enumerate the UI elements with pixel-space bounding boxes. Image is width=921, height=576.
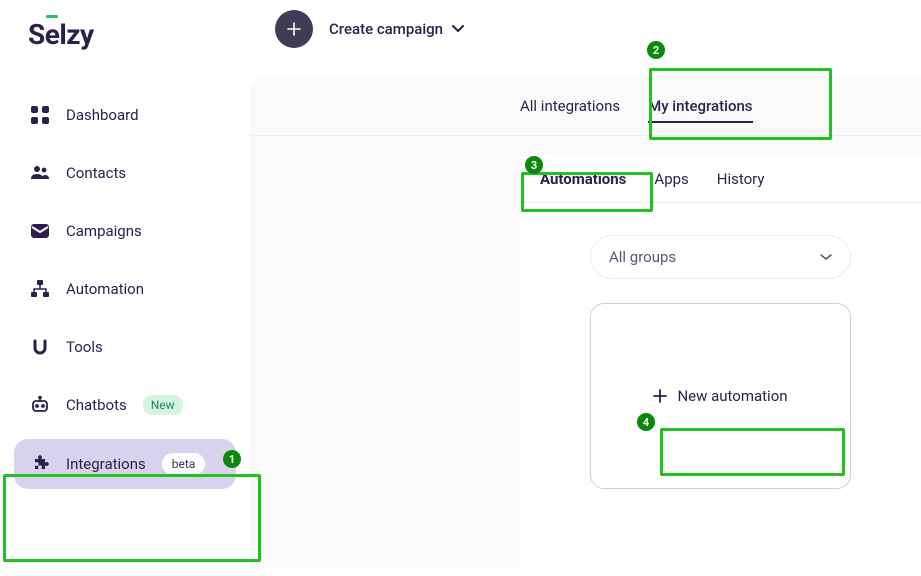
sidebar-item-tools[interactable]: Tools: [14, 323, 236, 371]
create-campaign-dropdown[interactable]: Create campaign: [329, 20, 465, 38]
beta-badge: beta: [162, 453, 206, 475]
sidebar-item-label: Automation: [66, 280, 144, 298]
sidebar-item-label: Integrations: [66, 455, 146, 473]
create-plus-button[interactable]: [275, 10, 313, 48]
plus-icon: [653, 389, 667, 403]
dashboard-icon: [30, 105, 50, 125]
tab-apps[interactable]: Apps: [654, 170, 688, 202]
tab-all-integrations[interactable]: All integrations: [520, 97, 620, 123]
sidebar-item-contacts[interactable]: Contacts: [14, 149, 236, 197]
select-label: All groups: [609, 248, 676, 266]
robot-icon: [30, 395, 50, 415]
tab-history[interactable]: History: [717, 170, 765, 202]
sidebar-item-label: Chatbots: [66, 396, 127, 414]
sidebar-item-integrations[interactable]: Integrations beta: [14, 439, 236, 489]
magnet-icon: [30, 337, 50, 357]
plus-icon: [287, 22, 301, 36]
sidebar-item-label: Dashboard: [66, 106, 139, 124]
sidebar-item-automation[interactable]: Automation: [14, 265, 236, 313]
chevron-down-icon: [451, 25, 465, 33]
sidebar-item-campaigns[interactable]: Campaigns: [14, 207, 236, 255]
people-icon: [30, 163, 50, 183]
sidebar-item-label: Campaigns: [66, 222, 142, 240]
sitemap-icon: [30, 279, 50, 299]
sidebar-item-chatbots[interactable]: Chatbots New: [14, 381, 236, 429]
envelope-icon: [30, 221, 50, 241]
callout-badge-2: 2: [647, 41, 665, 59]
callout-badge-1: 1: [223, 450, 241, 468]
new-automation-card[interactable]: New automation: [590, 303, 851, 489]
app-logo[interactable]: Selzy: [0, 0, 250, 61]
callout-badge-3: 3: [525, 156, 543, 174]
primary-tabs: All integrations My integrations: [250, 75, 921, 136]
create-label-text: Create campaign: [329, 20, 443, 38]
new-badge: New: [143, 395, 183, 415]
sub-tabs: Automations Apps History: [520, 156, 921, 203]
puzzle-icon: [30, 454, 50, 474]
sidebar-item-label: Tools: [66, 338, 103, 356]
sidebar-item-label: Contacts: [66, 164, 126, 182]
chevron-down-icon: [820, 254, 832, 261]
sidebar-item-dashboard[interactable]: Dashboard: [14, 91, 236, 139]
group-filter-select[interactable]: All groups: [590, 235, 851, 279]
callout-badge-4: 4: [637, 413, 655, 431]
card-label: New automation: [677, 387, 787, 405]
tab-automations[interactable]: Automations: [540, 170, 626, 202]
tab-my-integrations[interactable]: My integrations: [648, 97, 752, 123]
